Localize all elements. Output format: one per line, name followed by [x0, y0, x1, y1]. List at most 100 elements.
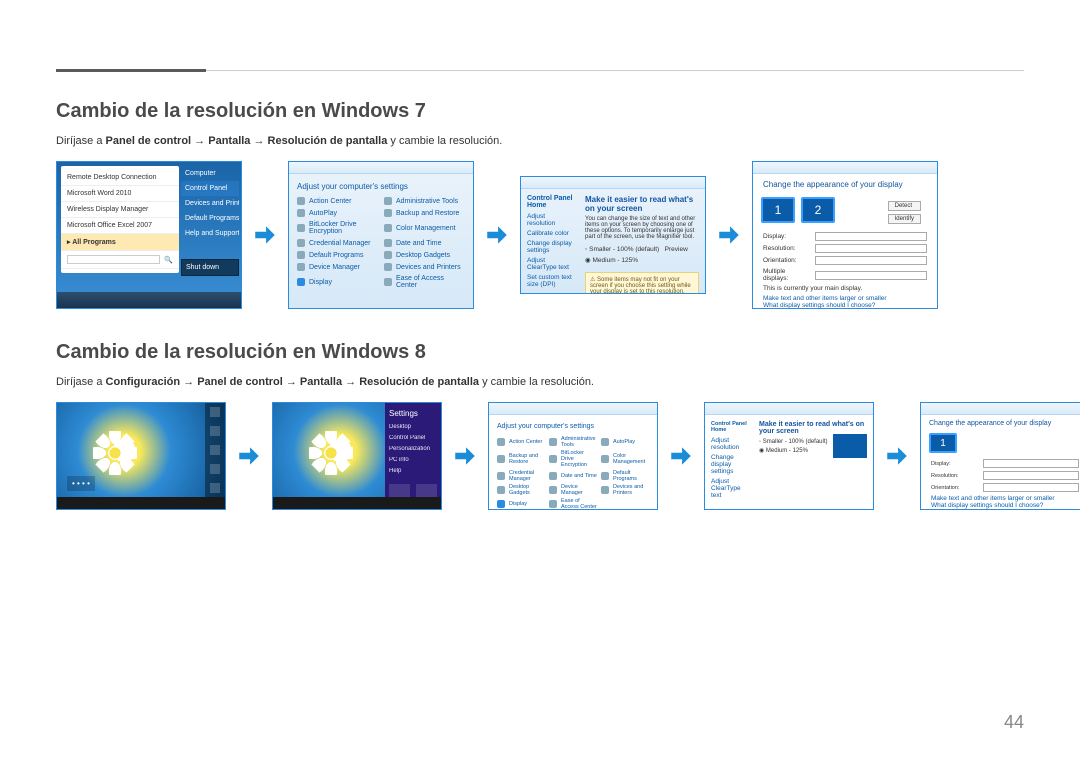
heading-win7: Cambio de la resolución en Windows 7	[56, 100, 1024, 123]
screenshot-win8-display: Control Panel Home Adjust resolution Cha…	[704, 402, 874, 510]
cp-item: Default Programs	[601, 470, 649, 482]
start-right-item: Help and Support	[181, 226, 239, 241]
charm-devices-icon	[210, 464, 220, 474]
cp-item: Administrative Tools	[384, 197, 465, 205]
charm-start-icon	[210, 445, 220, 455]
link: What display settings should I choose?	[931, 502, 1079, 509]
arrow-icon	[884, 443, 910, 469]
instruction-win8: Diríjase a Configuración → Panel de cont…	[56, 376, 1024, 388]
monitors-preview: 1 2	[753, 191, 843, 229]
cp-item: Credential Manager	[497, 470, 545, 482]
quick-icon	[416, 484, 437, 498]
detect-button: Detect	[888, 201, 921, 211]
cp-item: Desktop Gadgets	[384, 251, 465, 259]
wallpaper-flower	[93, 431, 137, 475]
start-menu-item: Microsoft Office Excel 2007	[61, 218, 179, 234]
resolution-form: Display: Resolution: Orientation: Multip…	[753, 230, 937, 309]
address-bar	[489, 403, 657, 415]
charm-share-icon	[210, 426, 220, 436]
display-main: Make it easier to read what's on your sc…	[579, 189, 705, 294]
cp-item: BitLocker Drive Encryption	[297, 221, 378, 235]
header-rule-bold	[56, 69, 206, 72]
monitor-1: 1	[929, 433, 957, 453]
address-bar	[705, 403, 873, 415]
screenshot-win8-settings: Settings Desktop Control Panel Personali…	[272, 402, 442, 510]
screenshot-display: Control Panel Home Adjust resolution Cal…	[520, 176, 706, 294]
cp-item: AutoPlay	[297, 209, 378, 217]
screenshot-win8-desktop-charms: • • • •	[56, 402, 226, 510]
link: Make text and other items larger or smal…	[931, 495, 1079, 502]
link: Make text and other items larger or smal…	[763, 295, 927, 302]
charm-search-icon	[210, 407, 220, 417]
cp-item: AutoPlay	[601, 436, 649, 448]
cp-item: Date and Time	[384, 239, 465, 247]
cp-item: Devices and Printers	[384, 263, 465, 271]
wallpaper-flower	[309, 431, 353, 475]
start-menu-item: Remote Desktop Connection	[61, 170, 179, 186]
charm-settings-icon	[210, 483, 220, 493]
address-bar	[753, 162, 937, 174]
left-link: Adjust ClearType text	[527, 257, 573, 271]
left-link: Adjust resolution	[711, 437, 747, 451]
cp-item: BitLocker Drive Encryption	[549, 450, 597, 468]
left-link: Change display settings	[711, 454, 747, 475]
start-menu-right: Computer Control Panel Devices and Print…	[181, 166, 239, 276]
settings-item: Help	[389, 468, 437, 474]
search-box: 🔍	[61, 251, 179, 269]
cp-item: Device Manager	[549, 484, 597, 496]
cp-item: Action Center	[497, 436, 545, 448]
identify-button: Identify	[888, 214, 921, 224]
cp-item: Ease of Access Center	[549, 498, 597, 510]
cp-title: Adjust your computer's settings	[289, 174, 473, 193]
start-right-item: Devices and Printers	[181, 196, 239, 211]
arrow-icon	[236, 443, 262, 469]
monitor-2: 2	[801, 197, 835, 223]
arrow-icon	[484, 222, 510, 248]
screenshot-start-menu: Remote Desktop Connection Microsoft Word…	[56, 161, 242, 309]
search-icon: 🔍	[164, 256, 173, 264]
settings-item: PC info	[389, 457, 437, 463]
link: What display settings should I choose?	[763, 302, 927, 309]
screenshot-resolution: Change the appearance of your display 1 …	[752, 161, 938, 309]
start-right-item: Default Programs	[181, 211, 239, 226]
cp-item: Color Management	[601, 450, 649, 468]
cp-item-display: Display	[297, 275, 378, 289]
cp-item: Administrative Tools	[549, 436, 597, 448]
cp-item: Desktop Gadgets	[497, 484, 545, 496]
address-bar	[289, 162, 473, 174]
start-right-item: Computer	[181, 166, 239, 181]
start-menu-item: Microsoft Word 2010	[61, 186, 179, 202]
address-bar	[521, 177, 705, 189]
all-programs: ▸ All Programs	[61, 234, 179, 251]
left-link: Set custom text size (DPI)	[527, 274, 573, 288]
taskbar	[273, 497, 441, 509]
cp-grid: Action Center Administrative Tools AutoP…	[289, 193, 473, 297]
flow-win8: • • • • Settings Desktop Control Panel P…	[56, 402, 1024, 510]
cp-item: Action Center	[297, 197, 378, 205]
quick-icon	[389, 484, 410, 498]
instruction-win7: Diríjase a Panel de control → Pantalla →…	[56, 135, 1024, 147]
taskbar	[57, 292, 241, 308]
cp-item: Color Management	[384, 221, 465, 235]
cp-item: Device Manager	[297, 263, 378, 271]
screenshot-win8-resolution: Change the appearance of your display 1 …	[920, 402, 1080, 510]
arrow-icon	[252, 222, 278, 248]
res-title: Change the appearance of your display	[753, 174, 937, 191]
cp-item: Devices and Printers	[601, 484, 649, 496]
cp-item: Default Programs	[297, 251, 378, 259]
address-bar	[921, 403, 1080, 415]
settings-item-control-panel: Control Panel	[389, 435, 437, 441]
display-left-nav: Control Panel Home Adjust resolution Cal…	[521, 189, 579, 294]
arrow-icon	[452, 443, 478, 469]
cp-title: Adjust your computer's settings	[489, 415, 657, 432]
left-link: Adjust resolution	[527, 213, 573, 227]
cp-item: Date and Time	[549, 470, 597, 482]
cp-item-display: Display	[497, 498, 545, 510]
cp-item: Ease of Access Center	[384, 275, 465, 289]
charms-bar	[205, 403, 225, 497]
settings-item: Desktop	[389, 424, 437, 430]
left-link: Calibrate color	[527, 230, 573, 237]
arrow-icon	[716, 222, 742, 248]
left-link: Change display settings	[527, 240, 573, 254]
taskbar	[57, 497, 225, 509]
